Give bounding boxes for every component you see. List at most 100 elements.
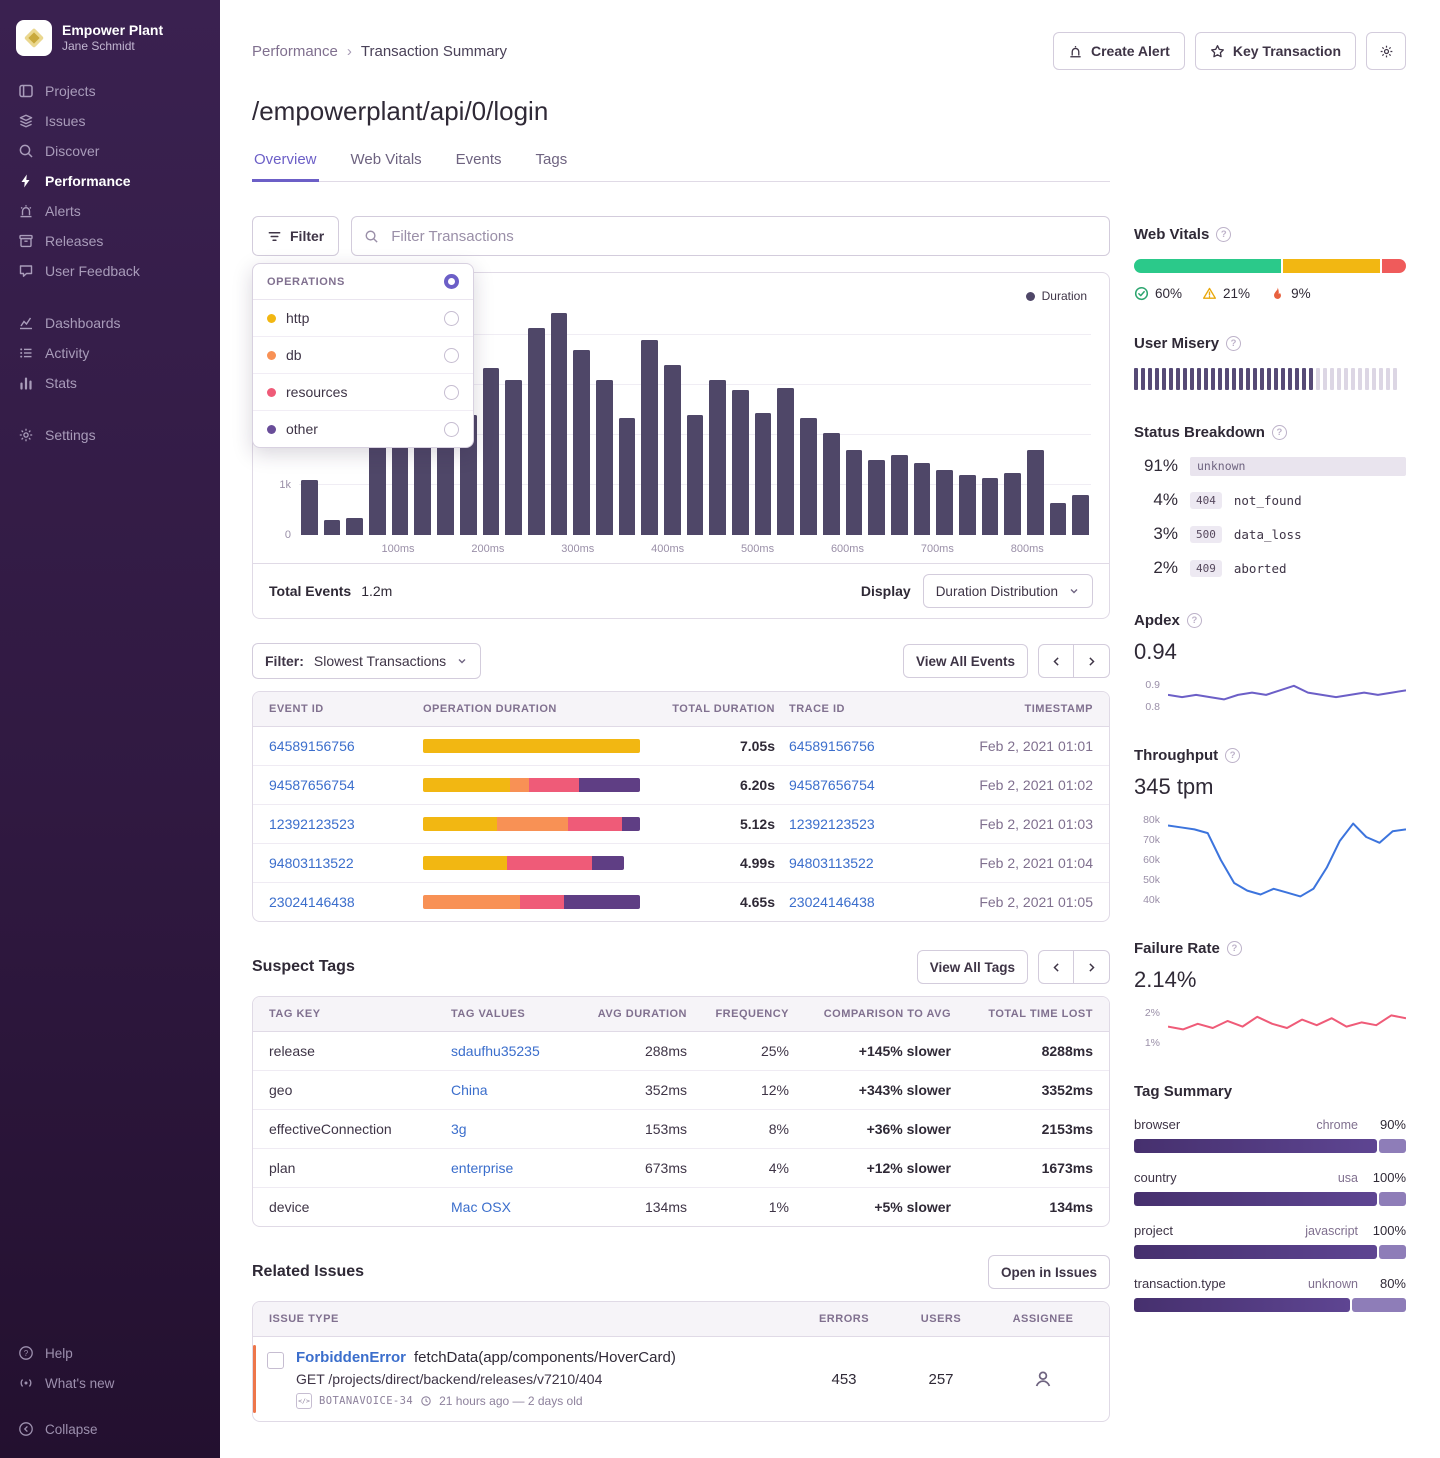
tag-summary-rows: browserchrome90%countryusa100%projectjav… <box>1134 1117 1406 1312</box>
pager-next-button[interactable] <box>1074 644 1110 678</box>
alerts-icon <box>18 203 34 219</box>
pager-prev-button[interactable] <box>1038 644 1074 678</box>
event-id-link[interactable]: 12392123523 <box>269 816 409 832</box>
sidebar-item-projects[interactable]: Projects <box>0 76 220 106</box>
trace-id-link[interactable]: 12392123523 <box>789 816 909 832</box>
tag-key: geo <box>269 1082 439 1098</box>
help-circle-icon[interactable]: ? <box>1226 336 1241 351</box>
sidebar-item-stats[interactable]: Stats <box>0 368 220 398</box>
event-row: 645891567567.05s64589156756Feb 2, 2021 0… <box>253 727 1109 765</box>
operation-option-resources[interactable]: resources <box>253 374 473 411</box>
help-circle-icon[interactable]: ? <box>1187 613 1202 628</box>
event-id-link[interactable]: 94587656754 <box>269 777 409 793</box>
trace-id-link[interactable]: 94803113522 <box>789 855 909 871</box>
issue-assignee-cell <box>993 1369 1093 1389</box>
operation-radio[interactable] <box>444 422 459 437</box>
operation-option-other[interactable]: other <box>253 411 473 447</box>
key-transaction-button[interactable]: Key Transaction <box>1195 32 1356 70</box>
web-vitals-good: 60% <box>1134 286 1182 301</box>
operations-radio-selected[interactable] <box>444 274 459 289</box>
sidebar-item-activity[interactable]: Activity <box>0 338 220 368</box>
view-all-tags-button[interactable]: View All Tags <box>917 950 1028 984</box>
pager-next-button[interactable] <box>1074 950 1110 984</box>
chevron-left-icon <box>1050 961 1063 974</box>
issue-checkbox[interactable] <box>267 1352 284 1369</box>
settings-button[interactable] <box>1366 32 1406 70</box>
tab-tags[interactable]: Tags <box>534 151 570 182</box>
org-switcher[interactable]: Empower Plant Jane Schmidt <box>0 14 220 76</box>
help-circle-icon[interactable]: ? <box>1227 941 1242 956</box>
tag-value-link[interactable]: enterprise <box>451 1160 570 1176</box>
tag-summary-value: javascript <box>1305 1224 1358 1238</box>
tag-key: plan <box>269 1160 439 1176</box>
tag-summary-key: country <box>1134 1170 1177 1185</box>
dashboards-icon <box>18 315 34 331</box>
event-timestamp: Feb 2, 2021 01:04 <box>923 855 1093 871</box>
sidebar-item-issues[interactable]: Issues <box>0 106 220 136</box>
tag-bar-tip <box>1379 1192 1406 1206</box>
filter-transactions-input[interactable] <box>389 227 1097 246</box>
create-alert-button[interactable]: Create Alert <box>1053 32 1185 70</box>
histogram-x-axis: 100ms200ms300ms400ms500ms600ms700ms800ms <box>299 535 1091 563</box>
sidebar-collapse-button[interactable]: Collapse <box>0 1414 220 1444</box>
trace-id-link[interactable]: 64589156756 <box>789 738 909 754</box>
sidebar-item-help[interactable]: ? Help <box>0 1338 220 1368</box>
org-logo-diamond <box>24 28 44 48</box>
operation-radio[interactable] <box>444 311 459 326</box>
event-id-link[interactable]: 94803113522 <box>269 855 409 871</box>
tag-value-link[interactable]: 3g <box>451 1121 570 1137</box>
sidebar-item-dashboards[interactable]: Dashboards <box>0 308 220 338</box>
event-id-link[interactable]: 64589156756 <box>269 738 409 754</box>
tag-summary-labels: projectjavascript100% <box>1134 1223 1406 1238</box>
view-all-events-button[interactable]: View All Events <box>903 644 1028 678</box>
help-circle-icon[interactable]: ? <box>1225 748 1240 763</box>
operation-radio[interactable] <box>444 385 459 400</box>
tag-value-link[interactable]: China <box>451 1082 570 1098</box>
sidebar-item-whats-new[interactable]: What's new <box>0 1368 220 1398</box>
trace-id-link[interactable]: 23024146438 <box>789 894 909 910</box>
events-filter-dropdown[interactable]: Filter: Slowest Transactions <box>252 643 481 679</box>
tag-summary-row: browserchrome90% <box>1134 1117 1406 1153</box>
display-select[interactable]: Duration Distribution <box>923 574 1093 608</box>
tab-web-vitals[interactable]: Web Vitals <box>349 151 424 182</box>
frequency: 8% <box>699 1121 789 1137</box>
collapse-icon <box>18 1421 34 1437</box>
sidebar-item-releases[interactable]: Releases <box>0 226 220 256</box>
tag-bar-main <box>1134 1139 1377 1153</box>
assignee-icon[interactable] <box>1033 1369 1053 1389</box>
pager-prev-button[interactable] <box>1038 950 1074 984</box>
help-circle-icon[interactable]: ? <box>1272 425 1287 440</box>
warning-triangle-icon <box>1202 286 1217 301</box>
throughput-title: Throughput <box>1134 747 1218 764</box>
filter-button[interactable]: Filter <box>252 216 339 256</box>
operation-radio[interactable] <box>444 348 459 363</box>
related-issues-title: Related Issues <box>252 1263 364 1281</box>
operation-option-db[interactable]: db <box>253 337 473 374</box>
help-circle-icon[interactable]: ? <box>1216 227 1231 242</box>
histogram-bar <box>551 313 568 536</box>
tag-summary-row: transaction.typeunknown80% <box>1134 1276 1406 1312</box>
settings-gear-icon <box>18 427 34 443</box>
tag-value-link[interactable]: sdaufhu35235 <box>451 1043 570 1059</box>
tab-overview[interactable]: Overview <box>252 151 319 182</box>
event-timestamp: Feb 2, 2021 01:01 <box>923 738 1093 754</box>
operation-label: http <box>286 310 309 326</box>
tag-value-link[interactable]: Mac OSX <box>451 1199 570 1215</box>
event-id-link[interactable]: 23024146438 <box>269 894 409 910</box>
open-in-issues-button[interactable]: Open in Issues <box>988 1255 1110 1289</box>
breadcrumb-performance[interactable]: Performance <box>252 43 338 60</box>
throughput-section: Throughput ? 345 tpm 80k70k60k50k40k <box>1134 747 1406 906</box>
misery-tick <box>1239 368 1243 390</box>
chart-legend: Duration <box>1026 289 1087 303</box>
sidebar-item-user-feedback[interactable]: User Feedback <box>0 256 220 286</box>
sidebar-item-alerts[interactable]: Alerts <box>0 196 220 226</box>
sidebar-item-settings[interactable]: Settings <box>0 420 220 450</box>
tab-events[interactable]: Events <box>454 151 504 182</box>
x-tick-label: 200ms <box>471 543 504 555</box>
issue-error-type-link[interactable]: ForbiddenError <box>296 1349 406 1366</box>
operation-duration-cell <box>423 778 651 792</box>
sidebar-item-performance[interactable]: Performance <box>0 166 220 196</box>
sidebar-item-discover[interactable]: Discover <box>0 136 220 166</box>
operation-option-http[interactable]: http <box>253 300 473 337</box>
trace-id-link[interactable]: 94587656754 <box>789 777 909 793</box>
